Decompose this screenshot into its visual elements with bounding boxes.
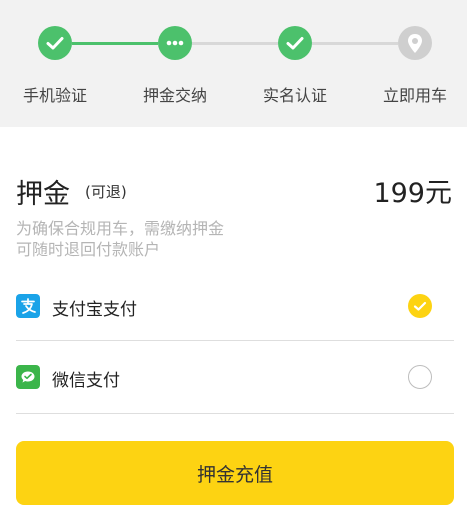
step-3-check-icon	[278, 26, 312, 60]
radio-selected-check-icon[interactable]	[408, 294, 432, 318]
progress-steps: 手机验证 押金交纳 实名认证 立即用车	[0, 0, 467, 127]
deposit-description-line1: 为确保合规用车，需缴纳押金	[16, 219, 225, 238]
deposit-title: 押金	[16, 179, 70, 210]
step-1-label: 手机验证	[22, 86, 87, 105]
deposit-refundable-note: (可退)	[85, 183, 127, 201]
payment-label-wechat: 微信支付	[52, 371, 120, 391]
divider	[16, 340, 454, 341]
step-connector-1	[72, 42, 158, 45]
wechat-pay-icon	[16, 365, 40, 389]
step-4-location-pin-icon	[398, 26, 432, 60]
divider	[16, 413, 454, 414]
step-3-label: 实名认证	[262, 86, 327, 105]
payment-option-alipay[interactable]: 支付宝支付	[16, 273, 454, 339]
deposit-recharge-button[interactable]: 押金充值	[16, 441, 454, 505]
step-4-label: 立即用车	[382, 86, 447, 105]
step-connector-2	[192, 42, 278, 45]
deposit-amount: 199元	[373, 178, 452, 209]
step-connector-3	[312, 42, 398, 45]
payment-option-wechat[interactable]: 微信支付	[16, 344, 454, 410]
payment-label-alipay: 支付宝支付	[52, 300, 137, 320]
step-1-check-icon	[38, 26, 72, 60]
step-2-label: 押金交纳	[142, 86, 207, 105]
radio-unselected[interactable]	[408, 365, 432, 389]
alipay-icon	[16, 294, 40, 318]
step-2-dots-icon	[158, 26, 192, 60]
deposit-description-line2: 可随时退回付款账户	[16, 240, 161, 259]
